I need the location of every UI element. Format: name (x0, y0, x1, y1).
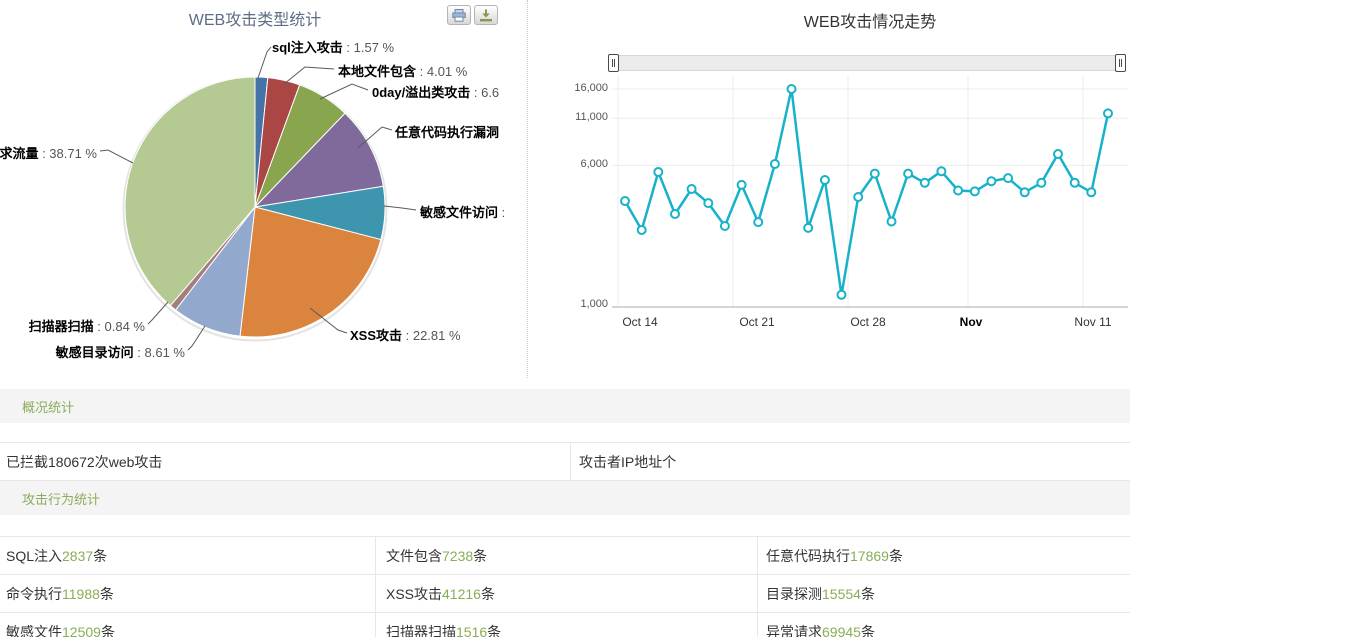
data-point-marker[interactable] (886, 216, 897, 227)
chart-toolbar (447, 5, 498, 25)
pie-label: 求流量 : 38.71 % (0, 146, 97, 161)
behavior-table: SQL注入 2837 条 文件包含 7238 条 任意代码执行 17869 条 命令执行 11… (0, 536, 1130, 637)
data-point-marker[interactable] (786, 84, 797, 94)
pie-label: sql注入攻击 : 1.57 % (272, 40, 395, 55)
data-point-marker[interactable] (736, 179, 747, 190)
data-point-marker[interactable] (653, 167, 664, 177)
data-point-marker[interactable] (819, 175, 830, 185)
overview-cell-attacker-ip: 攻击者IP地址个 (570, 443, 1130, 480)
data-point-marker[interactable] (903, 168, 914, 179)
y-axis-tick-label: 6,000 (580, 158, 608, 171)
x-axis-tick-label: Oct 21 (739, 315, 775, 329)
x-axis-tick-label: Nov 11 (1074, 315, 1112, 329)
stat-cell: 命令执行 11988 条 (6, 585, 114, 602)
data-point-marker[interactable] (836, 289, 847, 300)
pie-label-connector (187, 325, 206, 351)
stat-cell: 敏感文件 12509 条 (6, 623, 115, 637)
x-axis-tick-label: Nov (959, 315, 983, 329)
stat-cell: SQL注入 2837 条 (6, 547, 108, 564)
data-point-marker[interactable] (1036, 177, 1047, 188)
stat-cell: 异常请求 69945 条 (757, 613, 1130, 637)
print-icon (452, 8, 466, 22)
pie-label: 本地文件包含 : 4.01 % (338, 64, 468, 79)
data-point-marker[interactable] (620, 196, 630, 206)
behavior-section-header: 攻击行为统计 (0, 481, 1130, 515)
stat-cell: XSS攻击 41216 条 (375, 575, 757, 612)
data-point-marker[interactable] (969, 186, 980, 197)
data-point-marker[interactable] (953, 185, 964, 196)
data-point-marker[interactable] (1019, 187, 1030, 198)
pie-label-connector (383, 205, 417, 211)
data-point-marker[interactable] (703, 198, 714, 209)
data-point-marker[interactable] (753, 217, 764, 228)
stat-cell: 扫描器扫描 1516 条 (375, 613, 757, 637)
data-point-marker[interactable] (869, 168, 880, 179)
line-series (623, 87, 1110, 297)
stat-cell: 目录探测 15554 条 (757, 575, 1130, 612)
pie-chart-title: WEB攻击类型统计 (188, 12, 322, 29)
data-point-marker[interactable] (1069, 177, 1080, 188)
download-button[interactable] (474, 5, 498, 25)
x-axis-tick-label: Oct 28 (850, 315, 886, 329)
y-axis-tick-label: 1,000 (580, 298, 608, 310)
y-axis-tick-label: 16,000 (574, 82, 608, 94)
dashboard: sql注入攻击 : 1.57 % 本地文件包含 : 4.01 % 0day/溢出类攻… (0, 0, 1350, 637)
pie-label: 0day/溢出类攻击 : 6.6 (372, 85, 500, 100)
pie-label: 任意代码执行漏洞 (395, 125, 500, 140)
pie-label-connector (99, 149, 134, 164)
overview-row: 已拦截180672次web攻击 攻击者IP地址个 (0, 442, 1130, 481)
stat-cell: 任意代码执行 17869 条 (757, 537, 1130, 574)
overview-cell-blocked: 已拦截180672次web攻击 (6, 453, 163, 470)
stat-cell: 文件包含 7238 条 (375, 537, 757, 574)
data-point-marker[interactable] (986, 176, 997, 187)
pie-label-connector (283, 66, 335, 85)
overview-section-header: 概况统计 (0, 389, 1130, 423)
data-point-marker[interactable] (719, 221, 730, 231)
data-point-marker[interactable] (636, 225, 647, 235)
table-row: 命令执行 11988 条 XSS攻击 41216 条 目录探测 15554 条 (0, 574, 1130, 612)
data-point-marker[interactable] (803, 222, 814, 233)
data-point-marker[interactable] (1003, 173, 1014, 184)
pie-label: 敏感目录访问 : 8.61 % (55, 345, 185, 360)
table-row: 敏感文件 12509 条 扫描器扫描 1516 条 异常请求 69945 条 (0, 612, 1130, 637)
data-point-marker[interactable] (1086, 187, 1097, 198)
data-point-marker[interactable] (1103, 108, 1113, 119)
overview-header-label: 概况统计 (22, 399, 75, 415)
print-button[interactable] (447, 5, 471, 25)
x-axis-tick-label: Oct 14 (622, 315, 658, 329)
data-point-marker[interactable] (853, 192, 864, 202)
download-icon (480, 9, 492, 21)
data-point-marker[interactable] (919, 177, 930, 188)
behavior-header-label: 攻击行为统计 (22, 491, 101, 507)
pie-label: 扫描器扫描 : 0.84 % (28, 319, 145, 334)
pie-label-connector (147, 301, 169, 325)
data-point-marker[interactable] (936, 166, 947, 177)
data-point-marker[interactable] (670, 209, 680, 219)
pie-label-connector (257, 46, 272, 79)
data-point-marker[interactable] (1053, 149, 1063, 159)
pie-label-connector (319, 83, 369, 100)
pie-label: 敏感文件访问 : (420, 205, 506, 220)
y-axis-tick-label: 11,000 (575, 111, 608, 124)
data-point-marker[interactable] (769, 159, 780, 169)
pie-label: XSS攻击 : 22.81 % (350, 328, 461, 343)
table-row: SQL注入 2837 条 文件包含 7238 条 任意代码执行 17869 条 (0, 536, 1130, 574)
data-point-marker[interactable] (686, 184, 697, 194)
